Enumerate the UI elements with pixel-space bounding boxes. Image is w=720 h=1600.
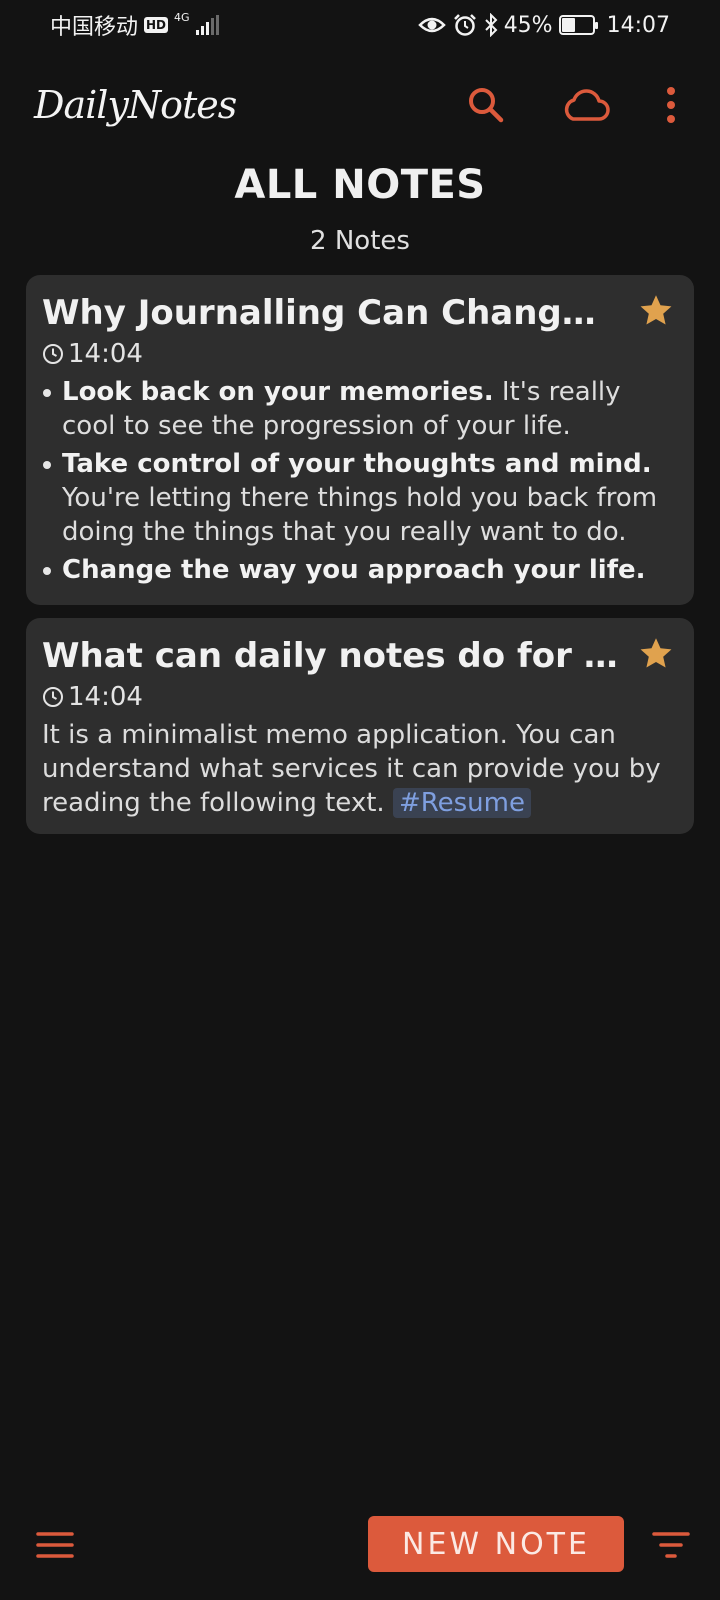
star-button[interactable]	[638, 293, 674, 333]
more-options-button[interactable]	[656, 83, 686, 127]
page-title: ALL NOTES	[234, 162, 486, 208]
note-body-text: It is a minimalist memo application. You…	[42, 720, 661, 818]
note-time-text: 14:04	[68, 339, 143, 369]
app-logo: DailyNotes	[34, 83, 237, 127]
hd-badge: HD	[144, 17, 169, 33]
star-icon	[640, 638, 672, 668]
clock-icon	[43, 344, 63, 364]
sort-filter-button[interactable]	[652, 1530, 690, 1564]
menu-button[interactable]	[36, 1530, 74, 1564]
status-bar: 中国移动 HD 4G 45% 14:07	[0, 0, 720, 50]
star-icon	[640, 295, 672, 325]
clock: 14:07	[606, 12, 670, 38]
hamburger-menu-icon	[36, 1532, 74, 1558]
note-card[interactable]: Why Journalling Can Change Y... 14:04 Lo…	[26, 275, 694, 605]
note-title: What can daily notes do for you?	[42, 636, 674, 676]
status-left: 中国移动 HD 4G	[50, 9, 219, 41]
note-time: 14:04	[42, 680, 678, 714]
app-actions	[464, 83, 686, 127]
search-icon	[469, 88, 504, 123]
bullet-bold: Look back on your memories.	[62, 377, 494, 407]
battery-percent: 45%	[503, 12, 553, 38]
filter-icon	[652, 1532, 690, 1558]
note-bullets: Look back on your memories. It's really …	[42, 375, 678, 587]
bullet-text: You're letting there things hold you bac…	[62, 483, 658, 547]
note-card[interactable]: What can daily notes do for you? 14:04 I…	[26, 618, 694, 834]
notes-list: Why Journalling Can Change Y... 14:04 Lo…	[26, 275, 694, 847]
alarm-icon	[453, 14, 476, 36]
search-button[interactable]	[464, 83, 508, 127]
eye-icon	[417, 17, 446, 33]
more-vertical-icon	[667, 87, 675, 123]
note-count: 2 Notes	[310, 226, 410, 256]
note-title: Why Journalling Can Change Y...	[42, 293, 655, 333]
note-time: 14:04	[42, 337, 678, 371]
bullet-bold: Change the way you approach your life.	[62, 555, 646, 585]
bullet-item: Change the way you approach your life.	[42, 553, 678, 587]
clock-icon	[43, 687, 63, 707]
status-right: 45% 14:07	[417, 12, 670, 38]
carrier-name: 中国移动	[50, 15, 139, 40]
battery-icon	[558, 15, 598, 35]
battery-fill	[561, 18, 576, 32]
bottom-bar: NEW NOTE	[0, 1510, 720, 1580]
cloud-icon	[564, 89, 610, 121]
star-button[interactable]	[638, 636, 674, 676]
signal-icon	[195, 15, 219, 35]
note-tag[interactable]: #Resume	[392, 788, 531, 818]
cloud-sync-button[interactable]	[558, 83, 614, 127]
app-bar: DailyNotes	[0, 70, 720, 140]
bullet-item: Take control of your thoughts and mind. …	[42, 447, 678, 549]
note-body: It is a minimalist memo application. You…	[42, 718, 678, 820]
bullet-bold: Take control of your thoughts and mind.	[62, 449, 652, 479]
new-note-button[interactable]: NEW NOTE	[368, 1516, 624, 1572]
bullet-item: Look back on your memories. It's really …	[42, 375, 678, 443]
note-time-text: 14:04	[68, 682, 143, 712]
bluetooth-icon	[484, 13, 498, 37]
network-type: 4G	[174, 10, 190, 24]
